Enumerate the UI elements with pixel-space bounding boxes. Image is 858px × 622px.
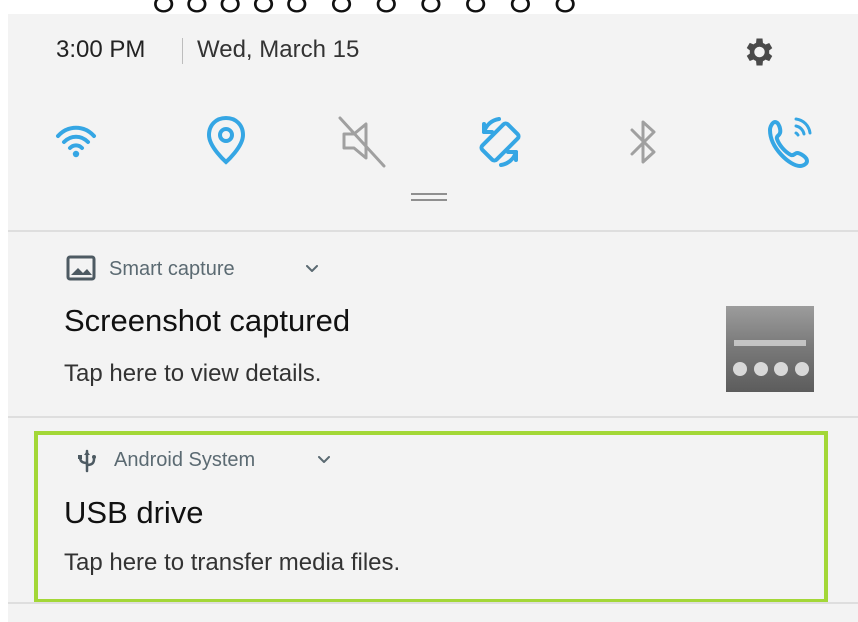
chevron-down-icon[interactable] [306,265,318,273]
settings-gear-icon[interactable] [740,34,776,70]
notification-title: USB drive [64,495,204,530]
status-separator [182,38,183,64]
location-icon[interactable] [198,112,254,172]
mute-icon[interactable] [334,112,390,172]
notification-app-name: Android System [114,449,256,471]
top-strip: ㅇㅇㅇㅇㅇ ㅇ ㅇ ㅇ ㅇ ㅇ ㅇ [0,0,858,14]
divider [8,416,858,418]
thumbnail-dots [733,362,809,376]
auto-rotate-icon[interactable] [472,112,528,172]
chevron-down-icon[interactable] [318,456,330,464]
usb-icon [78,449,96,473]
quick-settings-toggles [48,112,818,172]
status-date: Wed, March 15 [197,36,360,63]
screenshot-thumbnail[interactable] [726,306,814,392]
image-icon [66,255,96,281]
wifi-calling-icon[interactable] [760,112,816,172]
bluetooth-icon[interactable] [614,112,670,172]
divider [8,602,858,604]
thumbnail-bar [734,340,806,346]
wifi-icon[interactable] [48,112,104,172]
drag-handle-icon[interactable] [411,193,447,202]
notification-text: Tap here to view details. [64,360,322,387]
notification-title: Screenshot captured [64,303,351,338]
notification-app-name: Smart capture [109,258,235,280]
status-time: 3:00 PM [56,36,146,63]
notification-text: Tap here to transfer media files. [64,549,401,576]
top-partial-text: ㅇㅇㅇㅇㅇ ㅇ ㅇ ㅇ ㅇ ㅇ ㅇ [148,0,583,14]
